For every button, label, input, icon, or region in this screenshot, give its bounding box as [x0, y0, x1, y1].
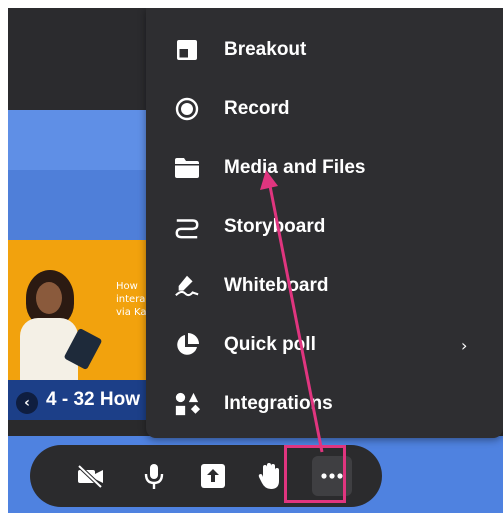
slide-person-face	[36, 282, 62, 314]
video-area-top	[8, 8, 168, 110]
microphone-icon	[144, 464, 164, 489]
menu-label: Media and Files	[224, 157, 366, 178]
menu-label: Whiteboard	[224, 275, 329, 296]
previous-slide-button[interactable]: ‹	[16, 392, 38, 414]
menu-label: Record	[224, 98, 290, 119]
menu-label: Integrations	[224, 393, 333, 414]
chevron-right-icon: ›	[461, 335, 468, 355]
slide-text: How intera via Ka	[116, 281, 147, 318]
camera-toggle-button[interactable]	[70, 456, 110, 496]
folder-icon	[174, 155, 200, 181]
menu-label: Quick poll	[224, 334, 316, 355]
slide-title: 4 - 32 How	[46, 389, 140, 410]
menu-label: Storyboard	[224, 216, 326, 237]
integrations-icon	[174, 391, 200, 417]
pie-chart-icon	[174, 332, 200, 358]
menu-item-quick-poll[interactable]: Quick poll ›	[146, 319, 503, 371]
menu-item-whiteboard[interactable]: Whiteboard	[146, 260, 503, 312]
annotation-highlight-box	[284, 445, 346, 503]
menu-item-integrations[interactable]: Integrations	[146, 378, 503, 430]
whiteboard-icon	[174, 273, 200, 299]
breakout-icon	[174, 37, 200, 63]
presentation-slide: How intera via Ka	[8, 240, 158, 380]
menu-item-media-and-files[interactable]: Media and Files	[146, 142, 503, 194]
raise-hand-icon	[258, 463, 279, 489]
share-screen-button[interactable]	[193, 456, 233, 496]
menu-item-storyboard[interactable]: Storyboard	[146, 201, 503, 253]
meeting-stage: How intera via Ka ‹ 4 - 32 How Breakout …	[8, 8, 503, 513]
more-options-menu: Breakout Record Media and Files Storyboa…	[146, 8, 503, 438]
share-screen-icon	[201, 464, 225, 488]
slide-navigation: ‹ 4 - 32 How	[8, 380, 158, 420]
menu-item-breakout[interactable]: Breakout	[146, 24, 503, 76]
microphone-button[interactable]	[134, 456, 174, 496]
record-icon	[174, 96, 200, 122]
menu-label: Breakout	[224, 39, 307, 60]
camera-off-icon	[77, 464, 103, 488]
storyboard-icon	[174, 214, 200, 240]
menu-item-record[interactable]: Record	[146, 83, 503, 135]
shared-content-header	[8, 110, 158, 240]
